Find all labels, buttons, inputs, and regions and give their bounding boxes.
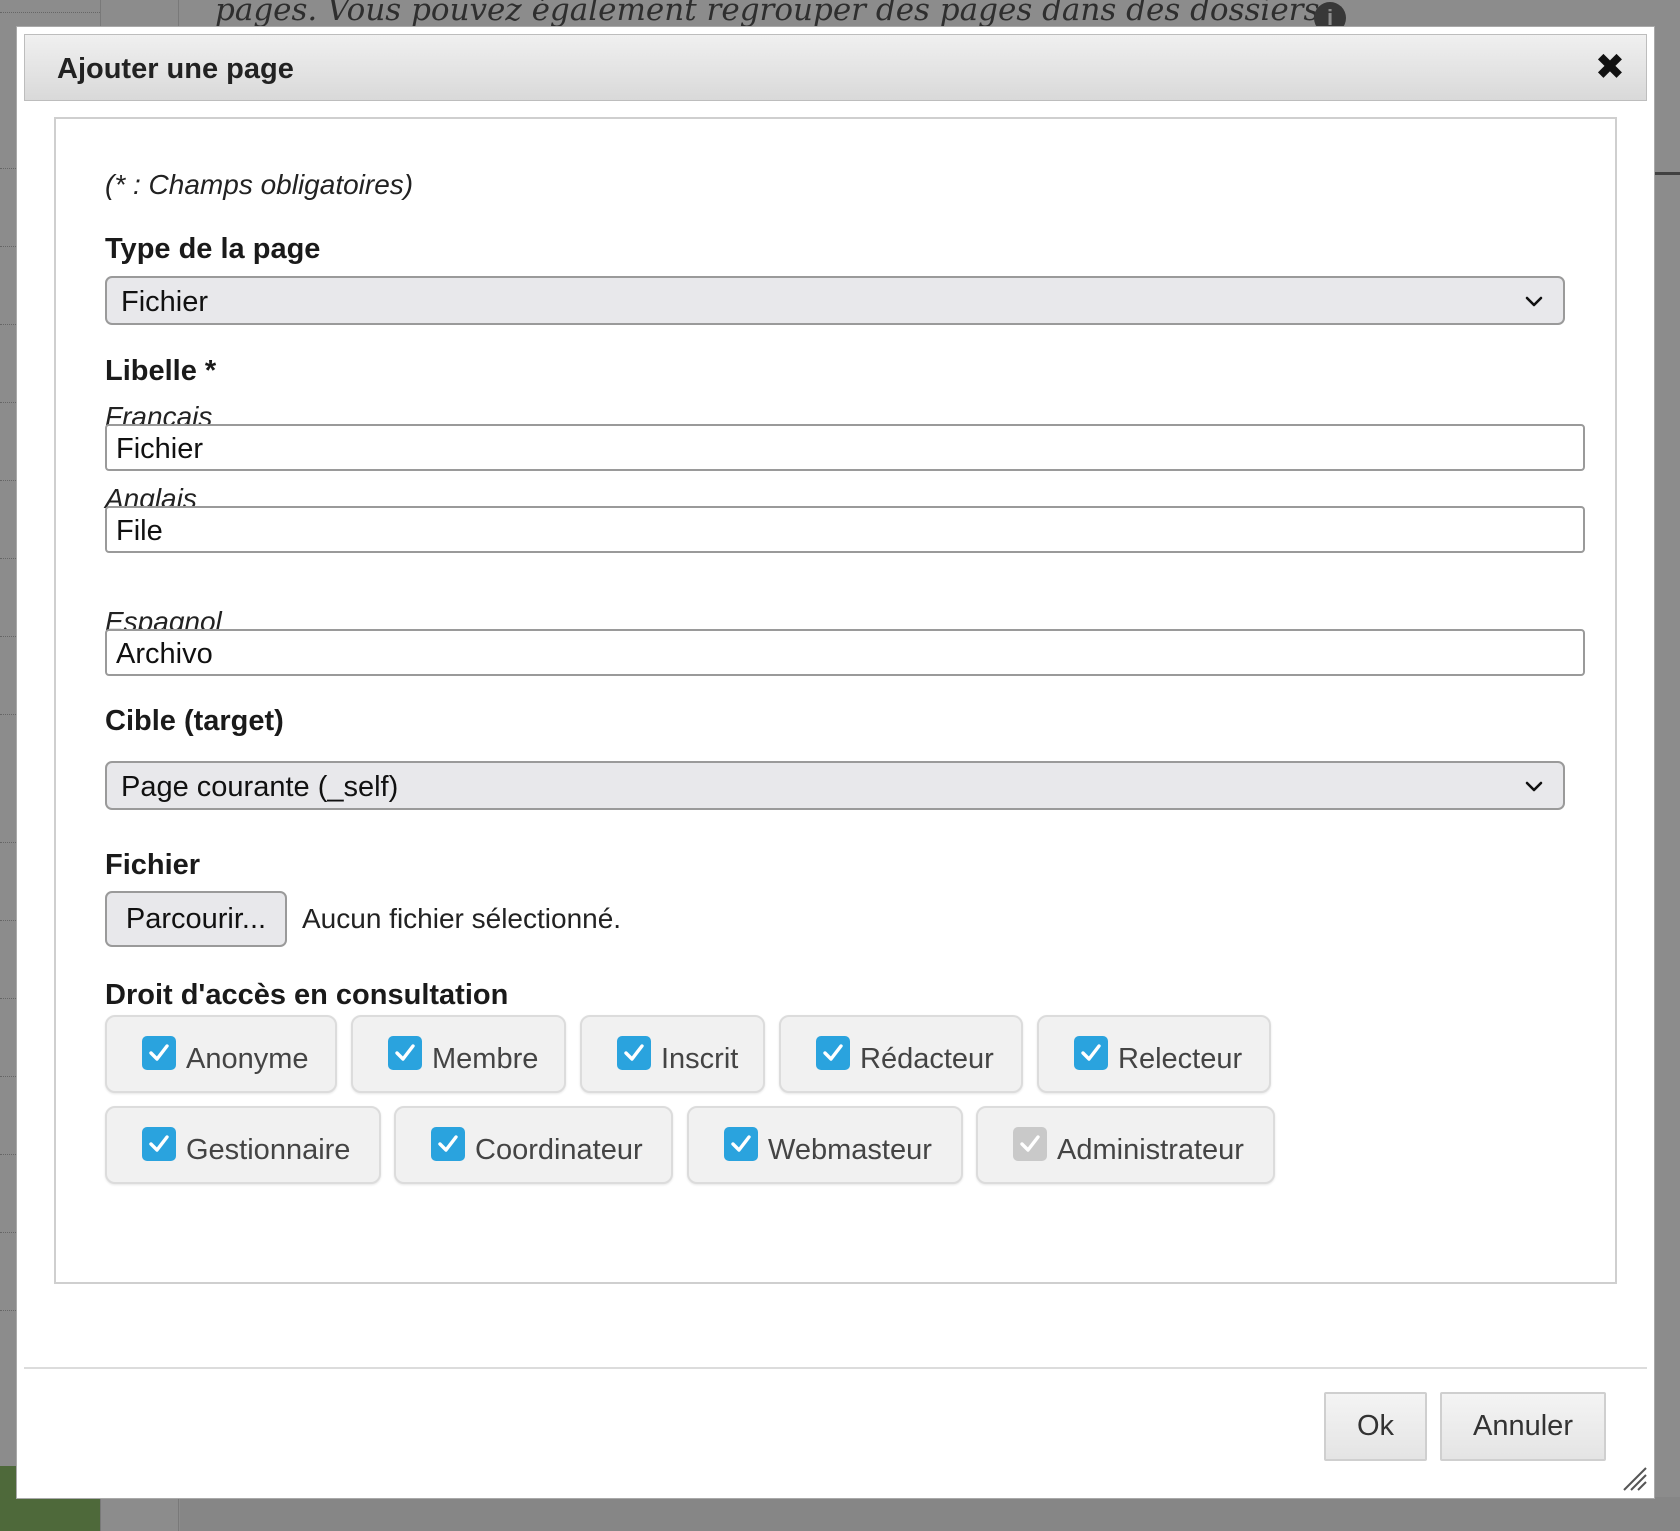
page-type-value: Fichier — [121, 286, 209, 318]
role-label: Gestionnaire — [186, 1134, 351, 1166]
checkbox-checked-icon[interactable] — [431, 1127, 465, 1161]
target-value: Page courante (_self) — [121, 771, 399, 803]
footer-divider — [24, 1367, 1647, 1369]
chevron-down-icon — [1525, 296, 1543, 307]
libelle-francais-input[interactable]: Fichier — [105, 424, 1585, 471]
role-chip-membre[interactable]: Membre — [351, 1015, 566, 1093]
checkbox-checked-icon[interactable] — [388, 1036, 422, 1070]
role-chip-inscrit[interactable]: Inscrit — [580, 1015, 765, 1093]
role-chip-gestionnaire[interactable]: Gestionnaire — [105, 1106, 381, 1184]
role-label: Membre — [432, 1043, 539, 1075]
role-label: Inscrit — [661, 1043, 739, 1075]
role-label: Coordinateur — [475, 1134, 643, 1166]
checkbox-disabled-icon — [1013, 1127, 1047, 1161]
role-label: Administrateur — [1057, 1134, 1244, 1166]
libelle-label: Libelle * — [105, 355, 217, 387]
form-panel: (* : Champs obligatoires) Type de la pag… — [54, 117, 1617, 1284]
add-page-dialog: Ajouter une page ✖ (* : Champs obligatoi… — [16, 26, 1655, 1499]
checkbox-checked-icon[interactable] — [142, 1127, 176, 1161]
role-chip-webmasteur[interactable]: Webmasteur — [687, 1106, 963, 1184]
target-select[interactable]: Page courante (_self) — [105, 761, 1565, 810]
role-chip-relecteur[interactable]: Relecteur — [1037, 1015, 1271, 1093]
role-chip-redacteur[interactable]: Rédacteur — [779, 1015, 1023, 1093]
role-label: Anonyme — [186, 1043, 309, 1075]
close-icon[interactable]: ✖ — [1592, 49, 1628, 85]
role-chip-anonyme[interactable]: Anonyme — [105, 1015, 337, 1093]
page-type-select[interactable]: Fichier — [105, 276, 1565, 325]
page-type-label: Type de la page — [105, 233, 321, 265]
dialog-titlebar[interactable]: Ajouter une page ✖ — [24, 34, 1647, 101]
target-label: Cible (target) — [105, 705, 284, 737]
browse-file-button[interactable]: Parcourir... — [105, 891, 287, 947]
required-fields-note: (* : Champs obligatoires) — [105, 169, 414, 200]
ok-button[interactable]: Ok — [1324, 1392, 1427, 1461]
role-label: Rédacteur — [860, 1043, 994, 1075]
checkbox-checked-icon[interactable] — [724, 1127, 758, 1161]
role-chip-coordinateur[interactable]: Coordinateur — [394, 1106, 673, 1184]
libelle-espagnol-value: Archivo — [116, 638, 213, 670]
access-rights-label: Droit d'accès en consultation — [105, 979, 509, 1011]
checkbox-checked-icon[interactable] — [816, 1036, 850, 1070]
dialog-title: Ajouter une page — [57, 53, 294, 85]
checkbox-checked-icon[interactable] — [142, 1036, 176, 1070]
checkbox-checked-icon[interactable] — [617, 1036, 651, 1070]
checkbox-checked-icon[interactable] — [1074, 1036, 1108, 1070]
file-label: Fichier — [105, 849, 201, 881]
role-label: Relecteur — [1118, 1043, 1243, 1075]
chevron-down-icon — [1525, 781, 1543, 792]
role-chip-administrateur: Administrateur — [976, 1106, 1275, 1184]
role-label: Webmasteur — [768, 1134, 932, 1166]
resize-handle-icon[interactable] — [1618, 1462, 1648, 1492]
libelle-francais-value: Fichier — [116, 433, 204, 465]
libelle-espagnol-input[interactable]: Archivo — [105, 629, 1585, 676]
libelle-anglais-value: File — [116, 515, 163, 547]
cancel-button[interactable]: Annuler — [1440, 1392, 1606, 1461]
libelle-anglais-input[interactable]: File — [105, 506, 1585, 553]
file-status-text: Aucun fichier sélectionné. — [302, 903, 622, 934]
